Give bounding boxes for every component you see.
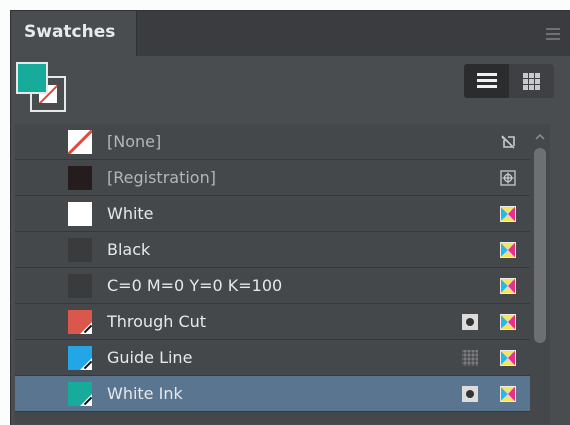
swatch-name: [Registration] — [107, 168, 216, 187]
black-swatch-chip — [68, 238, 92, 262]
swatch-name: Guide Line — [107, 348, 193, 367]
list-view-icon[interactable] — [464, 64, 509, 98]
none-swatch-chip — [68, 130, 92, 154]
grid-view-icon[interactable] — [509, 64, 554, 98]
fill-swatch[interactable] — [16, 62, 48, 94]
swatch-name: C=0 M=0 Y=0 K=100 — [107, 276, 283, 295]
cmyk-process-icon — [500, 278, 516, 294]
cmyk-process-icon — [500, 206, 516, 222]
swatch-row-white[interactable]: White — [15, 196, 530, 232]
panel-edge — [550, 124, 560, 424]
cmyk-process-icon — [500, 350, 516, 366]
pattern-icon — [462, 350, 478, 366]
white-ink-swatch-chip — [68, 382, 92, 406]
swatch-row-white-ink[interactable]: White Ink — [15, 376, 530, 412]
through-cut-swatch-chip — [68, 310, 92, 334]
scrollbar-thumb[interactable] — [534, 148, 546, 343]
swatch-row-guide-line[interactable]: Guide Line — [15, 340, 530, 376]
no-print-icon — [500, 134, 516, 150]
swatch-row-none[interactable]: [None] — [15, 124, 530, 160]
scroll-up-icon[interactable] — [535, 132, 545, 142]
swatch-name: Through Cut — [107, 312, 207, 331]
cmyk-process-icon — [500, 314, 516, 330]
swatch-name: White Ink — [107, 384, 183, 403]
swatch-list: [None] [Registration] White Black C=0 M=… — [15, 124, 530, 424]
guide-line-swatch-chip — [68, 346, 92, 370]
fill-stroke-control[interactable] — [16, 62, 74, 116]
panel-menu-icon[interactable] — [546, 28, 560, 40]
swatch-row-k100[interactable]: C=0 M=0 Y=0 K=100 — [15, 268, 530, 304]
tab-swatches[interactable]: Swatches — [11, 11, 137, 56]
swatch-name: White — [107, 204, 154, 223]
swatch-name: Black — [107, 240, 151, 259]
swatch-row-registration[interactable]: [Registration] — [15, 160, 530, 196]
scrollbar[interactable] — [530, 124, 550, 424]
cmyk-process-icon — [500, 386, 516, 402]
cmyk-process-icon — [500, 242, 516, 258]
spot-color-icon — [462, 314, 478, 330]
registration-swatch-chip — [68, 166, 92, 190]
registration-icon — [500, 170, 516, 186]
k100-swatch-chip — [68, 274, 92, 298]
swatch-row-through-cut[interactable]: Through Cut — [15, 304, 530, 340]
view-toggle — [464, 64, 554, 98]
swatch-name: [None] — [107, 132, 162, 151]
spot-color-icon — [462, 386, 478, 402]
panel-tab-bar: Swatches — [11, 11, 570, 56]
swatch-row-black[interactable]: Black — [15, 232, 530, 268]
white-swatch-chip — [68, 202, 92, 226]
